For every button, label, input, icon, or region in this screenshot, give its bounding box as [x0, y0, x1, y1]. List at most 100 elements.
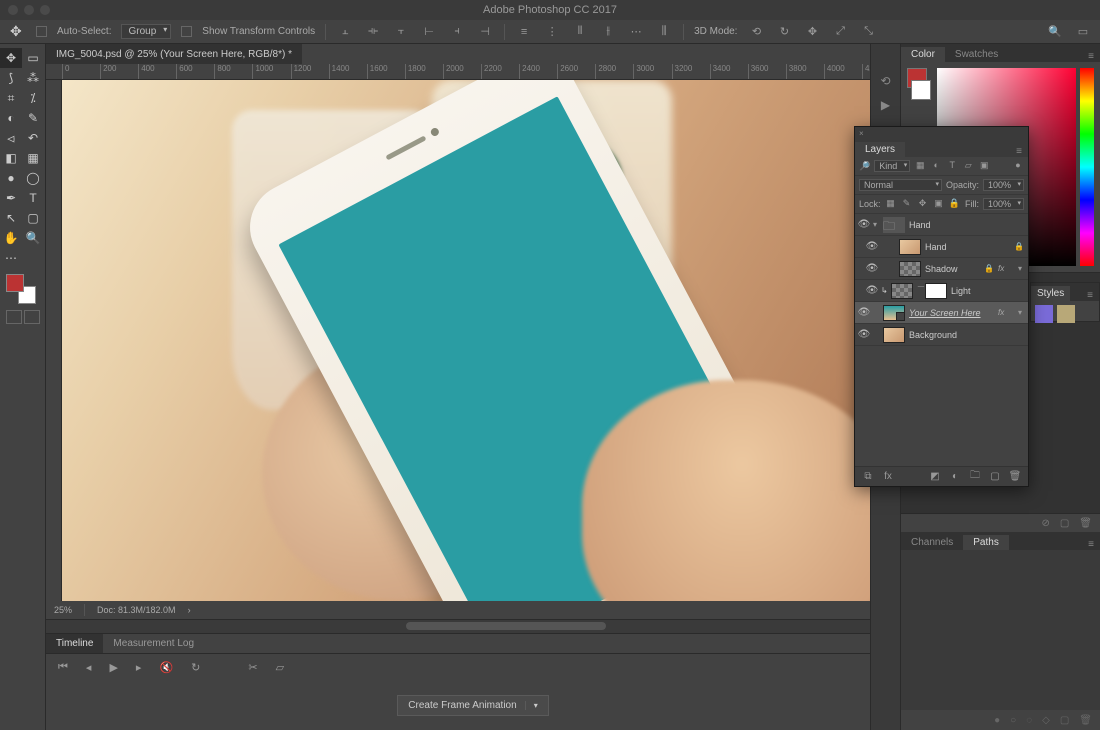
move-tool[interactable]: ✥	[0, 48, 22, 68]
distribute-icon[interactable]: ≡	[515, 24, 533, 40]
actions-icon[interactable]: ▶	[877, 98, 895, 114]
tab-layers[interactable]: Layers	[855, 142, 905, 157]
distribute-icon[interactable]: ⋯	[627, 24, 645, 40]
visibility-icon[interactable]: 👁	[863, 263, 881, 274]
adjustment-icon[interactable]: ◐	[948, 471, 962, 482]
quick-mask-icon[interactable]	[6, 310, 22, 324]
tab-timeline[interactable]: Timeline	[46, 634, 103, 653]
shape-tool[interactable]: ▢	[22, 208, 44, 228]
trash-icon[interactable]: 🗑	[1079, 518, 1092, 529]
doc-size[interactable]: Doc: 81.3M/182.0M	[97, 605, 176, 615]
prev-frame-button[interactable]: ◂	[82, 661, 96, 674]
filter-toggle[interactable]: ●	[1012, 160, 1024, 172]
fx-icon[interactable]: fx	[881, 471, 895, 482]
visibility-icon[interactable]: 👁	[863, 241, 881, 252]
lock-icon[interactable]: 🔒	[1014, 242, 1028, 251]
filter-adjustment-icon[interactable]: ◐	[930, 160, 942, 172]
maximize-window-button[interactable]	[40, 5, 50, 15]
path-select-tool[interactable]: ↖	[0, 208, 22, 228]
layer-item[interactable]: 👁 Hand 🔒	[855, 236, 1028, 258]
opacity-value[interactable]: 100%	[983, 179, 1024, 191]
loop-button[interactable]: ↻	[187, 661, 204, 674]
lock-transparency-icon[interactable]: ▦	[885, 198, 897, 210]
visibility-icon[interactable]: 👁	[863, 285, 881, 296]
history-brush-tool[interactable]: ↶	[22, 128, 44, 148]
chevron-down-icon[interactable]: ▾	[1018, 264, 1028, 273]
transition-button[interactable]: ▱	[272, 661, 288, 674]
foreground-color[interactable]	[6, 274, 24, 292]
marquee-tool[interactable]: ▭	[22, 48, 44, 68]
layer-item[interactable]: 👁 Your Screen Here fx ▾	[855, 302, 1028, 324]
3d-scale-icon[interactable]: ⤡	[859, 24, 877, 40]
chevron-down-icon[interactable]: ▾	[873, 220, 883, 229]
trash-icon[interactable]: 🗑	[1008, 471, 1022, 482]
align-vcenter-icon[interactable]: ⟛	[364, 24, 382, 40]
fill-path-icon[interactable]: ●	[994, 715, 1000, 726]
style-swatch[interactable]	[1035, 305, 1053, 323]
layer-item[interactable]: 👁 Shadow 🔒 fx ▾	[855, 258, 1028, 280]
create-frame-animation-button[interactable]: Create Frame Animation ▾	[397, 695, 548, 716]
zoom-level[interactable]: 25%	[54, 605, 72, 615]
pen-tool[interactable]: ✒	[0, 188, 22, 208]
lock-all-icon[interactable]: 🔒	[949, 198, 961, 210]
lock-position-icon[interactable]: ✥	[917, 198, 929, 210]
tab-paths[interactable]: Paths	[963, 535, 1009, 550]
chevron-down-icon[interactable]: ▾	[525, 701, 538, 710]
align-right-icon[interactable]: ⊣	[476, 24, 494, 40]
auto-select-dropdown[interactable]: Group	[121, 24, 171, 39]
new-layer-icon[interactable]: ▢	[988, 471, 1002, 482]
blur-tool[interactable]: ●	[0, 168, 22, 188]
distribute-icon[interactable]: ⫼	[655, 24, 673, 40]
visibility-icon[interactable]: 👁	[855, 307, 873, 318]
auto-select-checkbox[interactable]	[36, 26, 47, 37]
style-swatch[interactable]	[1057, 305, 1075, 323]
lock-icon[interactable]: 🔒	[984, 264, 998, 273]
folder-icon[interactable]: 🗀	[968, 468, 982, 485]
selection-path-icon[interactable]: ◌	[1026, 715, 1032, 726]
gradient-tool[interactable]: ▦	[22, 148, 44, 168]
align-top-icon[interactable]: ⫠	[336, 24, 354, 40]
status-chevron-icon[interactable]: ›	[188, 605, 191, 615]
document-tab[interactable]: IMG_5004.psd @ 25% (Your Screen Here, RG…	[46, 44, 302, 64]
color-swatches[interactable]	[6, 274, 36, 304]
3d-orbit-icon[interactable]: ⟲	[747, 24, 765, 40]
filter-type-icon[interactable]: T	[946, 160, 958, 172]
split-button[interactable]: ✂	[244, 661, 261, 674]
blend-mode-dropdown[interactable]: Normal	[859, 179, 942, 191]
hand-tool[interactable]: ✋	[0, 228, 22, 248]
visibility-icon[interactable]: 👁	[855, 219, 873, 230]
workspace-icon[interactable]: ▭	[1074, 24, 1092, 40]
show-transform-checkbox[interactable]	[181, 26, 192, 37]
close-icon[interactable]: ×	[859, 129, 864, 138]
3d-slide-icon[interactable]: ⤢	[831, 24, 849, 40]
history-icon[interactable]: ⟲	[877, 74, 895, 90]
3d-pan-icon[interactable]: ✥	[803, 24, 821, 40]
eraser-tool[interactable]: ◧	[0, 148, 22, 168]
3d-roll-icon[interactable]: ↻	[775, 24, 793, 40]
stamp-tool[interactable]: ⏿	[0, 128, 22, 148]
eyedropper-tool[interactable]: ⁒	[22, 88, 44, 108]
layer-item[interactable]: 👁 Background	[855, 324, 1028, 346]
panel-menu-icon[interactable]: ≡	[1082, 539, 1100, 550]
play-button[interactable]: ▶	[105, 661, 121, 674]
audio-button[interactable]: 🔇	[155, 661, 177, 674]
background-swatch[interactable]	[911, 80, 931, 100]
panel-menu-icon[interactable]: ≡	[1010, 146, 1028, 157]
screen-mode-icon[interactable]	[24, 310, 40, 324]
new-icon[interactable]: ▢	[1060, 518, 1069, 529]
horizontal-scrollbar[interactable]	[46, 619, 900, 633]
hue-slider[interactable]	[1080, 68, 1094, 266]
crop-tool[interactable]: ⌗	[0, 88, 22, 108]
minimize-window-button[interactable]	[24, 5, 34, 15]
layer-group[interactable]: 👁 ▾ Hand	[855, 214, 1028, 236]
fill-value[interactable]: 100%	[983, 198, 1024, 210]
lock-artboard-icon[interactable]: ▣	[933, 198, 945, 210]
tab-swatches[interactable]: Swatches	[945, 47, 1008, 62]
first-frame-button[interactable]: ⏮	[54, 661, 72, 674]
filter-pixel-icon[interactable]: ▦	[914, 160, 926, 172]
tab-measurement-log[interactable]: Measurement Log	[103, 634, 204, 653]
tab-styles[interactable]: Styles	[1031, 286, 1070, 301]
filter-shape-icon[interactable]: ▱	[962, 160, 974, 172]
distribute-icon[interactable]: ⫴	[571, 24, 589, 40]
tab-channels[interactable]: Channels	[901, 535, 963, 550]
